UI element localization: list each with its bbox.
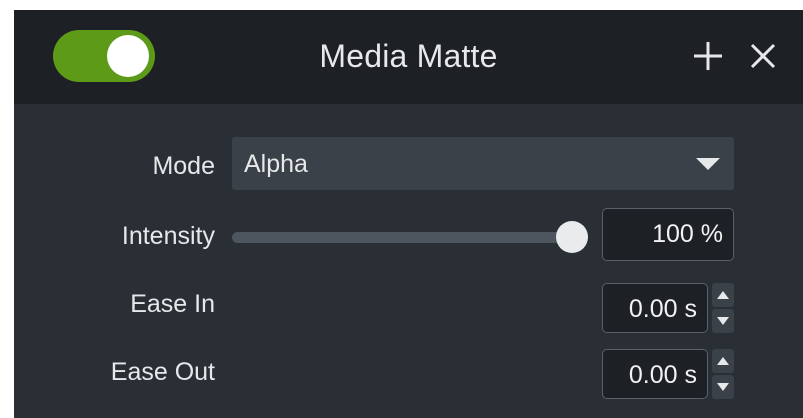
ease-out-stepper [712,349,734,399]
intensity-label: Intensity [121,222,215,250]
ease-out-decrement-button[interactable] [712,375,734,399]
close-button[interactable] [745,38,781,74]
ease-in-stepper [712,283,734,333]
mode-value: Alpha [244,150,308,178]
intensity-value: 100 % [652,220,723,248]
caret-down-icon [717,383,729,391]
ease-in-decrement-button[interactable] [712,309,734,333]
mode-label: Mode [152,152,215,180]
chevron-down-icon [696,158,720,170]
add-button[interactable] [690,38,726,74]
caret-up-icon [717,357,729,365]
ease-out-value: 0.00 s [628,361,697,389]
caret-up-icon [717,291,729,299]
ease-out-input[interactable]: 0.00 s [602,349,708,399]
close-icon [750,43,776,69]
intensity-input[interactable]: 100 % [602,208,734,261]
mode-select[interactable]: Alpha [232,137,734,190]
ease-in-increment-button[interactable] [712,283,734,307]
intensity-slider[interactable] [232,216,588,256]
slider-thumb[interactable] [556,221,588,253]
plus-icon [694,42,722,70]
media-matte-panel: Media Matte Mode Alpha Intensity 100 % E… [14,10,803,418]
ease-in-value: 0.00 s [628,295,697,323]
panel-header: Media Matte [14,10,803,104]
ease-out-increment-button[interactable] [712,349,734,373]
ease-out-label: Ease Out [110,358,215,386]
caret-down-icon [717,317,729,325]
ease-in-label: Ease In [130,290,215,318]
slider-track [232,232,572,243]
ease-in-input[interactable]: 0.00 s [602,283,708,333]
panel-title: Media Matte [319,38,498,74]
